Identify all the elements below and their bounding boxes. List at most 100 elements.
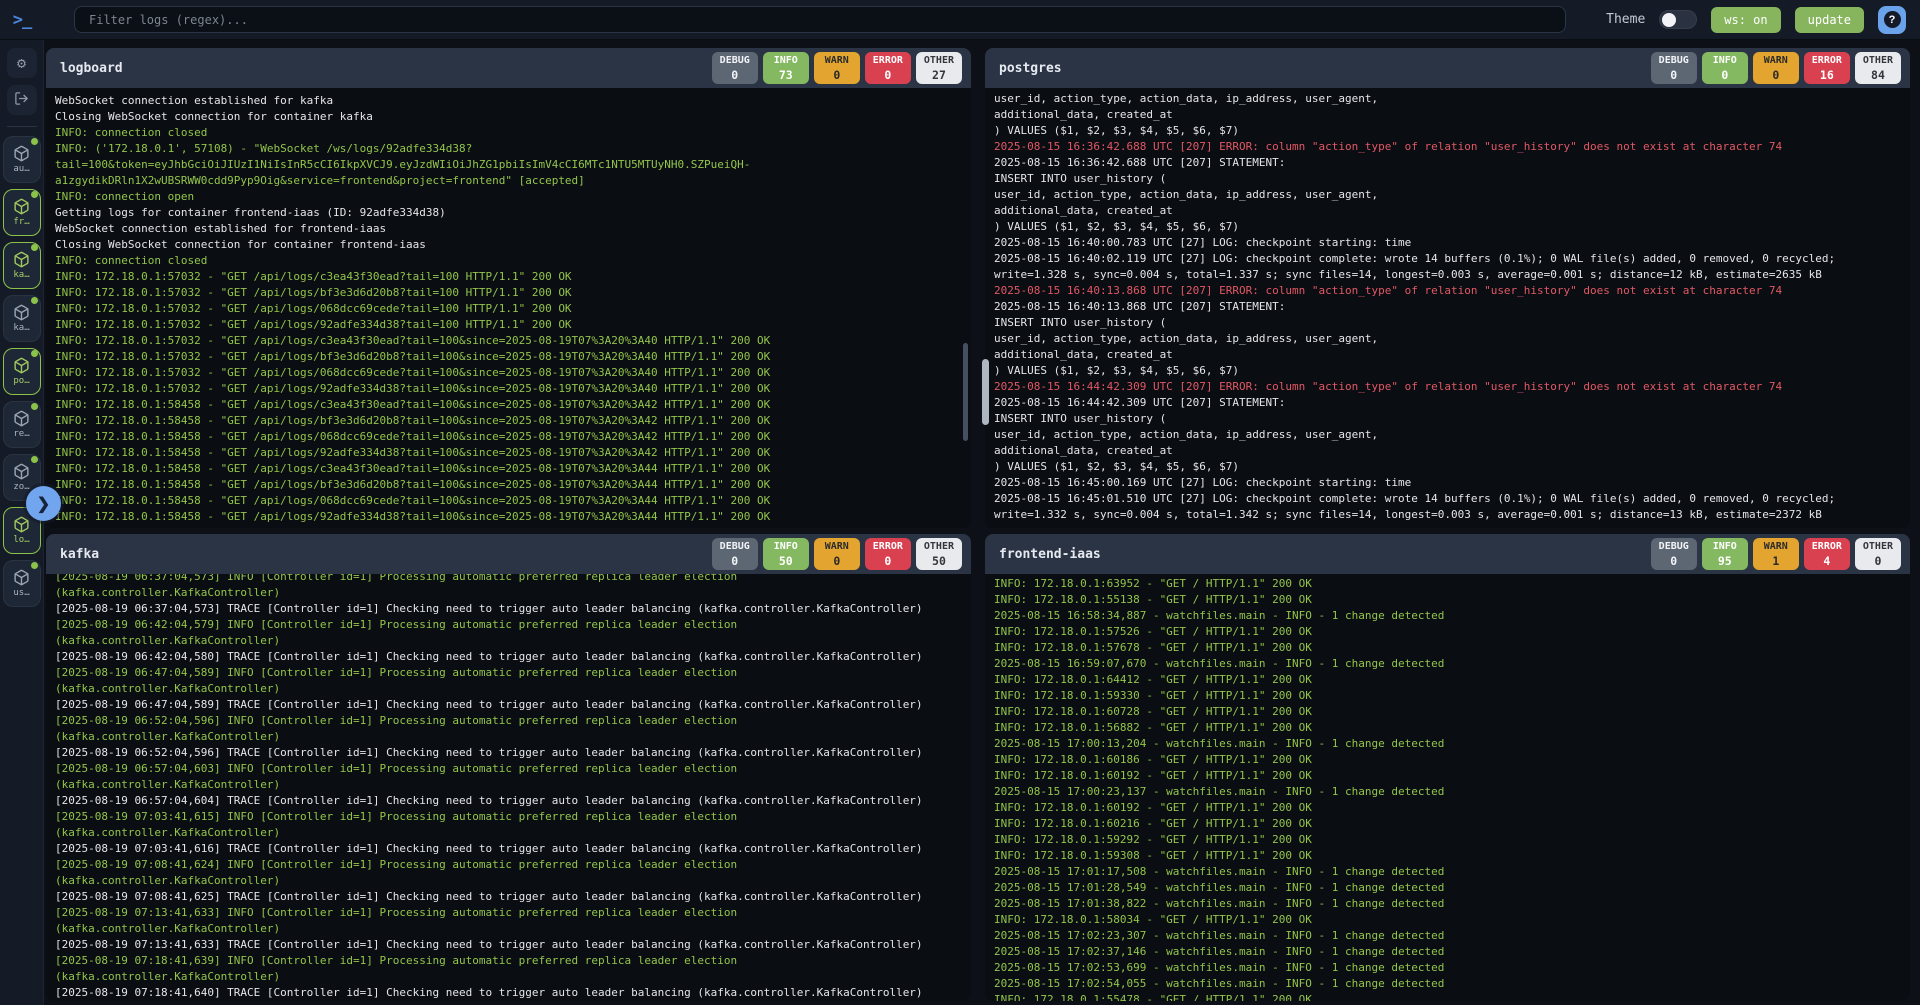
log-line: ) VALUES ($1, $2, $3, $4, $5, $6, $7) — [994, 123, 1910, 139]
badge-label: INFO — [1710, 541, 1740, 554]
sidebar-container-item-2[interactable]: ka… — [3, 242, 41, 289]
badge-info[interactable]: INFO0 — [1702, 52, 1748, 84]
container-label: us… — [13, 588, 29, 598]
sidebar-divider — [7, 126, 37, 127]
log-body-postgres[interactable]: user_id, action_type, action_data, ip_ad… — [985, 88, 1910, 528]
container-label: lo… — [13, 535, 29, 545]
log-line: [2025-08-19 06:52:04,596] TRACE [Control… — [55, 745, 971, 761]
badge-info[interactable]: INFO73 — [763, 52, 809, 84]
panel-kafka: kafkaDEBUG0INFO50WARN0ERROR0OTHER50[2025… — [46, 534, 971, 1001]
container-cube-icon — [13, 145, 30, 162]
badge-info[interactable]: INFO95 — [1702, 538, 1748, 570]
container-label: zo… — [13, 482, 29, 492]
log-line: INFO: 172.18.0.1:57032 - "GET /api/logs/… — [55, 349, 971, 365]
badge-info[interactable]: INFO50 — [763, 538, 809, 570]
gear-icon: ⚙ — [17, 54, 26, 72]
log-lines: INFO: 172.18.0.1:63952 - "GET / HTTP/1.1… — [985, 574, 1910, 1001]
container-cube-icon — [13, 569, 30, 586]
log-line: 2025-08-15 16:58:34,887 - watchfiles.mai… — [994, 608, 1910, 624]
websocket-status-button[interactable]: ws: on — [1711, 7, 1780, 33]
badge-error[interactable]: ERROR4 — [1804, 538, 1850, 570]
badge-debug[interactable]: DEBUG0 — [712, 538, 758, 570]
badge-debug[interactable]: DEBUG0 — [712, 52, 758, 84]
badge-other[interactable]: OTHER50 — [916, 538, 962, 570]
log-line: 2025-08-15 17:01:28,549 - watchfiles.mai… — [994, 880, 1910, 896]
log-line: [2025-08-19 06:42:04,580] TRACE [Control… — [55, 649, 971, 665]
sidebar-container-item-1[interactable]: fr… — [3, 189, 41, 236]
log-line: [2025-08-19 07:03:41,615] INFO [Controll… — [55, 809, 971, 825]
log-line: 2025-08-15 16:40:13.868 UTC [207] ERROR:… — [994, 283, 1910, 299]
sidebar-container-item-3[interactable]: ka… — [3, 295, 41, 342]
sidebar-container-item-5[interactable]: re… — [3, 401, 41, 448]
badge-error[interactable]: ERROR16 — [1804, 52, 1850, 84]
log-body-kafka[interactable]: [2025-08-19 06:37:04,573] INFO [Controll… — [46, 574, 971, 1001]
splitter-scrollbar-thumb[interactable] — [982, 359, 989, 425]
log-line: 2025-08-15 17:00:23,137 - watchfiles.mai… — [994, 784, 1910, 800]
container-status-dot — [31, 562, 38, 569]
badge-debug[interactable]: DEBUG0 — [1651, 538, 1697, 570]
badge-count: 50 — [771, 554, 801, 568]
badge-other[interactable]: OTHER84 — [1855, 52, 1901, 84]
log-body-frontend-iaas[interactable]: INFO: 172.18.0.1:63952 - "GET / HTTP/1.1… — [985, 574, 1910, 1001]
badge-count: 0 — [822, 68, 852, 82]
log-line: (kafka.controller.KafkaController) — [55, 873, 971, 889]
log-line: additional_data, created_at — [994, 203, 1910, 219]
sidebar-container-item-4[interactable]: po… — [3, 348, 41, 395]
container-label: ka… — [13, 323, 29, 333]
badge-label: ERROR — [873, 55, 903, 68]
log-line: [2025-08-19 06:57:04,604] TRACE [Control… — [55, 793, 971, 809]
log-line: INSERT INTO user_history ( — [994, 411, 1910, 427]
panel-header-logboard: logboardDEBUG0INFO73WARN0ERROR0OTHER27 — [46, 48, 971, 88]
badge-count: 27 — [924, 68, 954, 82]
badge-debug[interactable]: DEBUG0 — [1651, 52, 1697, 84]
badge-other[interactable]: OTHER27 — [916, 52, 962, 84]
badge-warn[interactable]: WARN1 — [1753, 538, 1799, 570]
badge-warn[interactable]: WARN0 — [814, 52, 860, 84]
log-line: INFO: 172.18.0.1:57032 - "GET /api/logs/… — [55, 365, 971, 381]
sidebar-container-item-0[interactable]: au… — [3, 136, 41, 183]
badge-count: 0 — [1863, 554, 1893, 568]
badge-label: ERROR — [1812, 55, 1842, 68]
container-status-dot — [31, 297, 38, 304]
container-label: fr… — [13, 217, 29, 227]
log-line: INFO: 172.18.0.1:57678 - "GET / HTTP/1.1… — [994, 640, 1910, 656]
log-line: INFO: 172.18.0.1:63952 - "GET / HTTP/1.1… — [994, 576, 1910, 592]
log-line: [2025-08-19 06:42:04,579] INFO [Controll… — [55, 617, 971, 633]
badge-warn[interactable]: WARN0 — [814, 538, 860, 570]
update-button[interactable]: update — [1795, 7, 1864, 33]
log-line: INFO: connection open — [55, 189, 971, 205]
filter-wrap — [74, 6, 1566, 33]
logboard-scrollbar-thumb[interactable] — [963, 343, 968, 441]
log-line: 2025-08-15 16:40:02.119 UTC [27] LOG: ch… — [994, 251, 1910, 267]
badge-count: 0 — [1710, 68, 1740, 82]
panel-header-frontend-iaas: frontend-iaasDEBUG0INFO95WARN1ERROR4OTHE… — [985, 534, 1910, 574]
logout-button[interactable] — [7, 85, 37, 115]
badge-warn[interactable]: WARN0 — [1753, 52, 1799, 84]
log-body-logboard[interactable]: WebSocket connection established for kaf… — [46, 88, 971, 528]
log-line: INFO: ('172.18.0.1', 57108) - "WebSocket… — [55, 141, 971, 157]
sidebar-container-item-8[interactable]: us… — [3, 560, 41, 607]
container-label: ka… — [13, 270, 29, 280]
container-status-dot — [31, 456, 38, 463]
badge-error[interactable]: ERROR0 — [865, 52, 911, 84]
settings-button[interactable]: ⚙ — [7, 48, 37, 78]
filter-logs-input[interactable] — [74, 6, 1566, 33]
badge-error[interactable]: ERROR0 — [865, 538, 911, 570]
badge-label: OTHER — [924, 55, 954, 68]
log-line: [2025-08-19 07:03:41,616] TRACE [Control… — [55, 841, 971, 857]
badge-label: WARN — [822, 55, 852, 68]
badge-count: 0 — [1659, 68, 1689, 82]
badge-other[interactable]: OTHER0 — [1855, 538, 1901, 570]
log-line: [2025-08-19 06:52:04,596] INFO [Controll… — [55, 713, 971, 729]
question-mark-icon: ? — [1884, 11, 1901, 28]
log-line: INSERT INTO user_history ( — [994, 171, 1910, 187]
help-button[interactable]: ? — [1878, 6, 1906, 34]
log-line: [2025-08-19 07:13:41,633] INFO [Controll… — [55, 905, 971, 921]
theme-toggle[interactable] — [1659, 10, 1697, 29]
expand-sidebar-button[interactable]: ❯ — [26, 486, 61, 521]
log-line: [2025-08-19 06:47:04,589] TRACE [Control… — [55, 697, 971, 713]
log-line: ) VALUES ($1, $2, $3, $4, $5, $6, $7) — [994, 219, 1910, 235]
log-line: ) VALUES ($1, $2, $3, $4, $5, $6, $7) — [994, 459, 1910, 475]
log-line: INFO: 172.18.0.1:57032 - "GET /api/logs/… — [55, 301, 971, 317]
log-line: INFO: 172.18.0.1:60216 - "GET / HTTP/1.1… — [994, 816, 1910, 832]
